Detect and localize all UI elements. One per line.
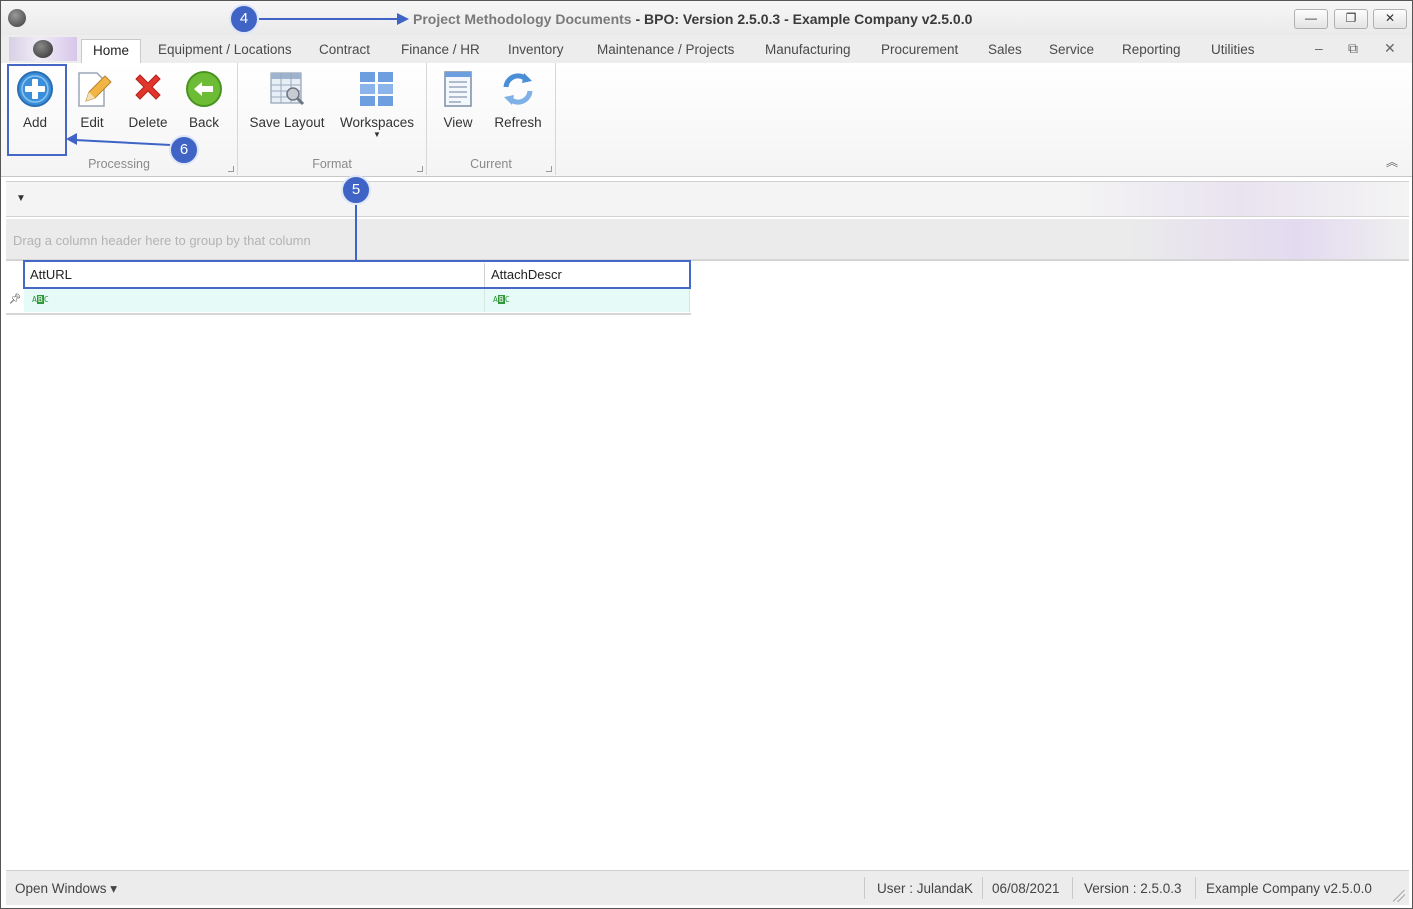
refresh-button[interactable]: Refresh bbox=[491, 69, 545, 130]
save-layout-button[interactable]: Save Layout bbox=[248, 69, 326, 130]
application-window: Project Methodology Documents - BPO: Ver… bbox=[0, 0, 1413, 909]
status-separator bbox=[982, 877, 983, 899]
ribbon-tab-row: Home Equipment / Locations Contract Fina… bbox=[1, 35, 1412, 64]
status-company: Example Company v2.5.0.0 bbox=[1206, 881, 1372, 896]
minimize-button[interactable]: — bbox=[1294, 9, 1328, 29]
annotation-arrow-4 bbox=[259, 18, 399, 20]
app-menu-logo-icon bbox=[33, 40, 53, 58]
ribbon-group-format: Save Layout Workspaces ▼ Format bbox=[238, 63, 427, 175]
application-menu-button[interactable] bbox=[9, 37, 77, 61]
mdi-restore-button[interactable]: ⧉ bbox=[1348, 40, 1358, 57]
new-row-cell-atturl[interactable]: ABC bbox=[24, 288, 485, 312]
mdi-close-button[interactable]: ✕ bbox=[1384, 40, 1396, 57]
view-label: View bbox=[443, 115, 473, 130]
tab-equipment-locations[interactable]: Equipment / Locations bbox=[158, 42, 292, 57]
data-grid: AttURL AttachDescr 📌︎ ABC ABC bbox=[6, 260, 1409, 869]
add-button-highlight bbox=[7, 64, 67, 156]
delete-icon bbox=[128, 69, 168, 109]
delete-button[interactable]: Delete bbox=[125, 69, 171, 130]
annotation-badge-6: 6 bbox=[169, 135, 199, 165]
title-bar: Project Methodology Documents - BPO: Ver… bbox=[1, 1, 1412, 35]
window-title-rest: - BPO: Version 2.5.0.3 - Example Company… bbox=[631, 11, 973, 27]
format-group-launcher[interactable] bbox=[417, 166, 423, 172]
tab-inventory[interactable]: Inventory bbox=[508, 42, 564, 57]
processing-group-launcher[interactable] bbox=[228, 166, 234, 172]
refresh-icon bbox=[498, 69, 538, 109]
workspaces-button[interactable]: Workspaces ▼ bbox=[340, 69, 414, 139]
text-type-icon: ABC bbox=[493, 295, 510, 304]
tab-home[interactable]: Home bbox=[81, 39, 142, 64]
window-title: Project Methodology Documents - BPO: Ver… bbox=[413, 11, 972, 27]
workspaces-icon bbox=[357, 69, 397, 109]
annotation-badge-5: 5 bbox=[341, 175, 371, 205]
group-by-hint: Drag a column header here to group by th… bbox=[13, 233, 311, 248]
grid-row-divider bbox=[6, 313, 691, 315]
delete-label: Delete bbox=[128, 115, 168, 130]
new-row-pin-icon: 📌︎ bbox=[8, 294, 22, 305]
mdi-minimize-button[interactable]: – bbox=[1315, 40, 1323, 56]
tab-manufacturing[interactable]: Manufacturing bbox=[765, 42, 851, 57]
status-bar: Open Windows ▾ User : JulandaK 06/08/202… bbox=[6, 870, 1409, 905]
tab-service[interactable]: Service bbox=[1049, 42, 1094, 57]
tab-contract[interactable]: Contract bbox=[319, 42, 370, 57]
text-type-icon: ABC bbox=[32, 295, 49, 304]
collapse-ribbon-icon[interactable]: ︽ bbox=[1386, 153, 1398, 170]
format-group-label: Format bbox=[312, 157, 352, 171]
status-user: User : JulandaK bbox=[877, 881, 974, 896]
edit-button[interactable]: Edit bbox=[71, 69, 113, 130]
status-separator bbox=[1195, 877, 1196, 899]
customize-dropdown-icon[interactable]: ▼ bbox=[16, 193, 26, 204]
column-headers-highlight bbox=[23, 260, 691, 289]
grid-toolbar-strip: ▼ bbox=[6, 181, 1409, 217]
tab-reporting[interactable]: Reporting bbox=[1122, 42, 1181, 57]
back-arrow-icon bbox=[184, 69, 224, 109]
workspaces-dropdown-icon: ▼ bbox=[373, 130, 381, 139]
group-by-panel[interactable]: Drag a column header here to group by th… bbox=[6, 219, 1409, 260]
annotation-arrowhead-4 bbox=[397, 13, 409, 25]
annotation-badge-4: 4 bbox=[229, 4, 259, 34]
view-document-icon bbox=[438, 69, 478, 109]
tab-maintenance-projects[interactable]: Maintenance / Projects bbox=[597, 42, 734, 57]
ribbon-group-current: View Refresh Current bbox=[427, 63, 556, 175]
app-logo-icon bbox=[8, 9, 26, 27]
status-date: 06/08/2021 bbox=[992, 881, 1060, 896]
tab-procurement[interactable]: Procurement bbox=[881, 42, 958, 57]
back-label: Back bbox=[188, 115, 219, 130]
maximize-button[interactable]: ❐ bbox=[1334, 9, 1368, 29]
resize-grip-icon[interactable] bbox=[1393, 890, 1405, 902]
edit-label: Edit bbox=[80, 115, 104, 130]
workspaces-label: Workspaces bbox=[340, 115, 415, 130]
view-button[interactable]: View bbox=[437, 69, 479, 130]
back-button[interactable]: Back bbox=[183, 69, 225, 130]
processing-group-label: Processing bbox=[88, 157, 150, 171]
open-windows-button[interactable]: Open Windows ▾ bbox=[15, 881, 117, 897]
current-group-launcher[interactable] bbox=[546, 166, 552, 172]
edit-icon bbox=[72, 69, 112, 109]
refresh-label: Refresh bbox=[494, 115, 542, 130]
new-row-cell-attachdescr[interactable]: ABC bbox=[485, 288, 690, 312]
current-group-label: Current bbox=[470, 157, 512, 171]
tab-utilities[interactable]: Utilities bbox=[1211, 42, 1255, 57]
save-layout-icon bbox=[267, 69, 307, 109]
status-separator bbox=[1072, 877, 1073, 899]
tab-finance-hr[interactable]: Finance / HR bbox=[401, 42, 480, 57]
annotation-arrowhead-6 bbox=[66, 133, 77, 145]
tab-sales[interactable]: Sales bbox=[988, 42, 1022, 57]
save-layout-label: Save Layout bbox=[249, 115, 325, 130]
window-title-prefix: Project Methodology Documents bbox=[413, 11, 632, 27]
annotation-line-5 bbox=[355, 205, 357, 261]
close-button[interactable]: ✕ bbox=[1373, 9, 1407, 29]
ribbon-panel: Add Edit Delete Back Processing Save Lay… bbox=[1, 63, 1412, 177]
status-separator bbox=[864, 877, 865, 899]
status-version: Version : 2.5.0.3 bbox=[1084, 881, 1182, 896]
